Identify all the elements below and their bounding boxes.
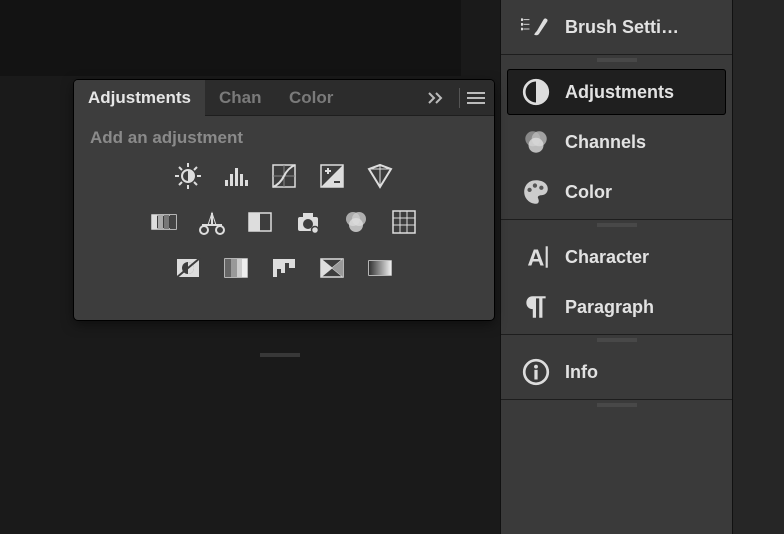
group-grip[interactable] xyxy=(501,55,732,65)
panel-hint: Add an adjustment xyxy=(90,128,478,148)
color-icon xyxy=(521,179,551,205)
tab-adjustments[interactable]: Adjustments xyxy=(74,80,205,116)
right-gutter xyxy=(732,0,784,534)
adjustments-icon xyxy=(521,79,551,105)
channel-mixer-icon[interactable] xyxy=(342,208,370,236)
sidebar-label: Character xyxy=(565,247,649,268)
posterize-icon[interactable] xyxy=(222,254,250,282)
divider xyxy=(459,88,460,108)
paragraph-icon xyxy=(521,294,551,320)
sidebar-label: Adjustments xyxy=(565,82,674,103)
exposure-icon[interactable] xyxy=(318,162,346,190)
panel-menu-button[interactable] xyxy=(464,86,488,110)
color-lookup-icon[interactable] xyxy=(390,208,418,236)
tab-color[interactable]: Color xyxy=(275,80,345,116)
sidebar-label: Info xyxy=(565,362,598,383)
group-grip[interactable] xyxy=(501,335,732,345)
group-grip[interactable] xyxy=(501,400,732,410)
vibrance-icon[interactable] xyxy=(366,162,394,190)
sidebar-item-channels[interactable]: Channels xyxy=(507,119,726,165)
panel-tabbar: Adjustments Chan Color xyxy=(74,80,494,116)
sidebar-item-info[interactable]: Info xyxy=(507,349,726,395)
color-balance-icon[interactable] xyxy=(198,208,226,236)
group-grip[interactable] xyxy=(501,220,732,230)
panel-body: Add an adjustment xyxy=(74,116,494,320)
invert-icon[interactable] xyxy=(174,254,202,282)
panel-resize-grip[interactable] xyxy=(240,345,320,353)
sidebar-item-brush-settings[interactable]: Brush Setti… xyxy=(507,4,726,50)
character-icon: A xyxy=(521,244,551,270)
gradient-map-icon[interactable] xyxy=(366,254,394,282)
sidebar-label: Color xyxy=(565,182,612,203)
channels-icon xyxy=(521,129,551,155)
black-white-icon[interactable] xyxy=(246,208,274,236)
sidebar-label: Paragraph xyxy=(565,297,654,318)
hue-saturation-icon[interactable] xyxy=(150,208,178,236)
curves-icon[interactable] xyxy=(270,162,298,190)
brush-icon xyxy=(521,14,551,40)
panel-sidebar: Brush Setti… Adjustments Channels Color xyxy=(500,0,732,534)
brightness-contrast-icon[interactable] xyxy=(174,162,202,190)
threshold-icon[interactable] xyxy=(270,254,298,282)
sidebar-label: Brush Setti… xyxy=(565,17,679,38)
tab-channels[interactable]: Chan xyxy=(205,80,275,116)
collapse-panel-button[interactable] xyxy=(425,86,449,110)
sidebar-label: Channels xyxy=(565,132,646,153)
sidebar-item-adjustments[interactable]: Adjustments xyxy=(507,69,726,115)
svg-text:A: A xyxy=(527,245,544,271)
selective-color-icon[interactable] xyxy=(318,254,346,282)
info-icon xyxy=(521,359,551,385)
adjustments-panel: Adjustments Chan Color Add an adjustment xyxy=(74,80,494,320)
photo-filter-icon[interactable] xyxy=(294,208,322,236)
sidebar-item-color[interactable]: Color xyxy=(507,169,726,215)
sidebar-item-character[interactable]: A Character xyxy=(507,234,726,280)
sidebar-item-paragraph[interactable]: Paragraph xyxy=(507,284,726,330)
levels-icon[interactable] xyxy=(222,162,250,190)
canvas-area xyxy=(0,0,461,76)
